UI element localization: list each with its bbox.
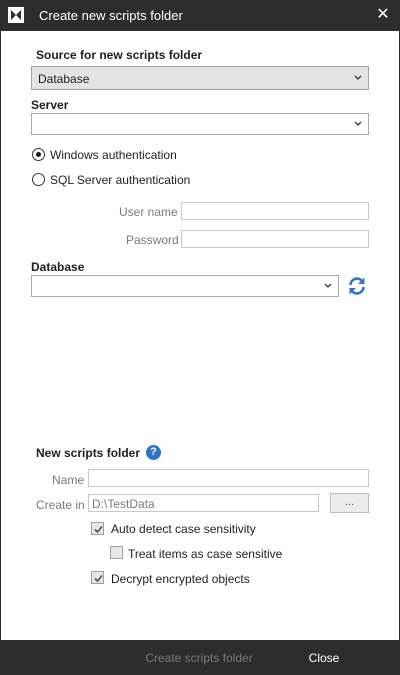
chevron-down-icon xyxy=(354,75,362,80)
new-folder-heading: New scripts folder xyxy=(36,446,141,460)
name-label: Name xyxy=(52,473,85,487)
chevron-down-icon xyxy=(324,283,332,288)
server-heading: Server xyxy=(31,98,69,112)
checkmark-icon xyxy=(94,574,103,583)
treat-case-label[interactable]: Treat items as case sensitive xyxy=(128,547,282,561)
close-window-icon[interactable]: ✕ xyxy=(374,5,392,25)
password-label: Password xyxy=(126,233,179,247)
create-scripts-folder-button[interactable]: Create scripts folder xyxy=(136,649,262,667)
checkmark-icon xyxy=(94,525,103,534)
folder-name-input[interactable] xyxy=(88,469,369,487)
dialog-footer: Create scripts folder Close xyxy=(0,640,400,675)
auto-detect-label[interactable]: Auto detect case sensitivity xyxy=(111,522,256,536)
title-bar: Create new scripts folder ✕ xyxy=(0,0,400,31)
dialog-body: Source for new scripts folder Database S… xyxy=(1,31,399,640)
app-logo-icon xyxy=(8,7,24,23)
close-button[interactable]: Close xyxy=(300,649,348,667)
help-icon[interactable]: ? xyxy=(146,445,161,460)
chevron-down-icon xyxy=(354,121,362,126)
source-heading: Source for new scripts folder xyxy=(36,48,203,62)
password-input[interactable] xyxy=(181,230,369,248)
sql-auth-label[interactable]: SQL Server authentication xyxy=(50,173,190,187)
sql-auth-radio[interactable] xyxy=(32,173,45,186)
username-input[interactable] xyxy=(181,202,369,220)
create-in-label: Create in xyxy=(36,498,85,512)
create-in-input[interactable]: D:\TestData xyxy=(88,494,319,512)
server-select[interactable] xyxy=(31,113,369,135)
decrypt-label[interactable]: Decrypt encrypted objects xyxy=(111,572,250,586)
window-title: Create new scripts folder xyxy=(39,8,183,23)
source-select[interactable]: Database xyxy=(31,66,369,90)
source-select-value: Database xyxy=(38,72,90,86)
username-label: User name xyxy=(119,205,178,219)
refresh-icon[interactable] xyxy=(346,275,368,297)
auto-detect-checkbox[interactable] xyxy=(91,522,104,535)
treat-case-checkbox[interactable] xyxy=(110,546,123,559)
database-select[interactable] xyxy=(31,275,339,297)
database-heading: Database xyxy=(31,260,85,274)
windows-auth-label[interactable]: Windows authentication xyxy=(50,148,177,162)
create-in-value: D:\TestData xyxy=(92,497,155,511)
decrypt-checkbox[interactable] xyxy=(91,571,104,584)
windows-auth-radio[interactable] xyxy=(32,148,45,161)
browse-button[interactable]: ... xyxy=(330,493,369,513)
